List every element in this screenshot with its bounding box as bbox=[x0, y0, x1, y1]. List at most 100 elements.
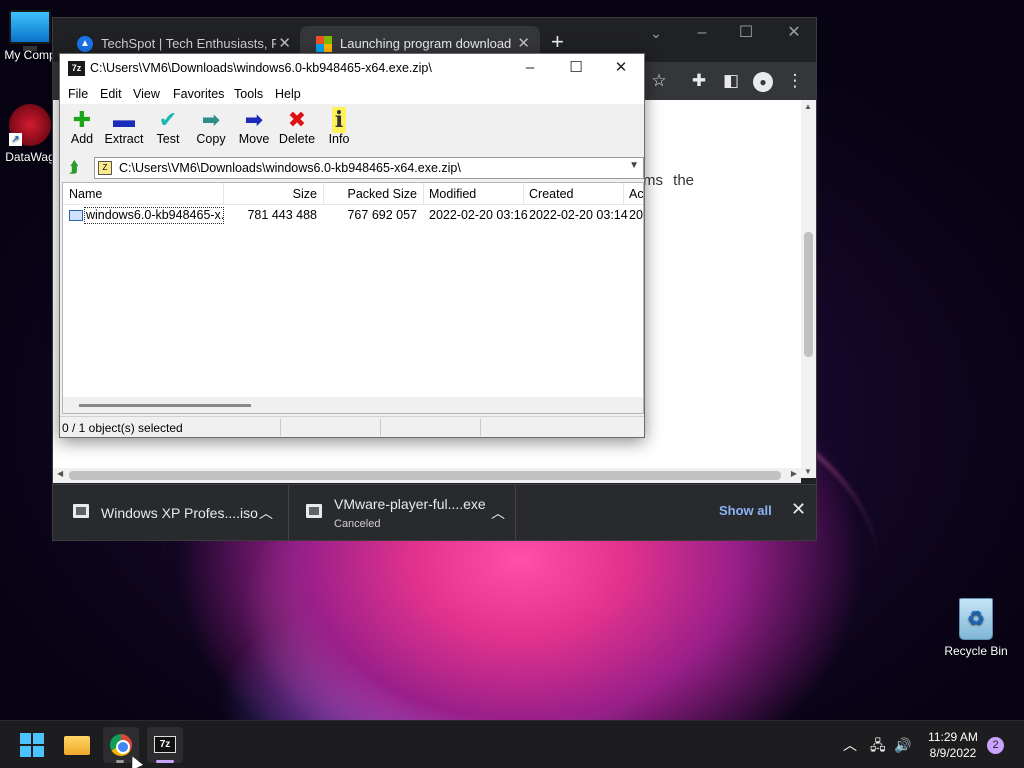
menu-edit[interactable]: Edit bbox=[100, 87, 122, 101]
scroll-down-arrow-icon[interactable]: ▼ bbox=[804, 467, 812, 476]
taskbar: 7z ︿ 🖧 🔊 11:29 AM 8/9/2022 2 bbox=[0, 720, 1024, 768]
start-button[interactable] bbox=[14, 727, 50, 763]
test-label: Test bbox=[156, 132, 180, 146]
column-name[interactable]: Name bbox=[69, 187, 102, 201]
minus-icon: ▬ bbox=[113, 107, 135, 132]
volume-icon[interactable]: 🔊 bbox=[894, 721, 911, 768]
windows-logo-icon bbox=[20, 746, 31, 757]
close-download-shelf-icon[interactable]: ✕ bbox=[791, 499, 806, 520]
add-button[interactable]: ✚ Add bbox=[60, 107, 104, 147]
checkmark-icon: ✔ bbox=[158, 107, 178, 132]
scroll-up-arrow-icon[interactable]: ▲ bbox=[804, 102, 812, 111]
chrome-maximize-button[interactable]: ☐ bbox=[723, 18, 769, 50]
menu-tools[interactable]: Tools bbox=[234, 87, 263, 101]
chrome-menu-kebab-icon[interactable]: ⋮ bbox=[780, 66, 810, 96]
list-horizontal-scrollbar[interactable] bbox=[63, 397, 643, 413]
tab-search-chevron-icon[interactable]: ⌄ bbox=[633, 18, 679, 50]
desktop-icon-label: DataWag bbox=[5, 150, 55, 164]
side-panel-icon[interactable]: ◧ bbox=[716, 66, 746, 96]
file-modified: 2022-02-20 03:16 bbox=[429, 208, 528, 222]
clock[interactable]: 11:29 AM 8/9/2022 bbox=[918, 729, 988, 761]
menu-help[interactable]: Help bbox=[275, 87, 301, 101]
scrollbar-thumb[interactable] bbox=[804, 232, 813, 357]
download-name: Windows XP Profes....iso bbox=[101, 505, 258, 521]
techspot-icon: ▲ bbox=[77, 36, 93, 52]
scroll-left-arrow-icon[interactable]: ◀ bbox=[57, 469, 63, 478]
notification-badge[interactable]: 2 bbox=[987, 737, 1004, 754]
delete-button[interactable]: ✖ Delete bbox=[275, 108, 319, 147]
page-vertical-scrollbar[interactable]: ▲ ▼ bbox=[801, 100, 816, 478]
download-item[interactable]: VMware-player-ful....exe Canceled ︿ bbox=[290, 485, 516, 541]
file-icon bbox=[69, 210, 83, 221]
chrome-icon bbox=[110, 734, 132, 756]
close-button[interactable]: ✕ bbox=[598, 54, 644, 84]
chevron-up-icon[interactable]: ︿ bbox=[491, 503, 505, 523]
file-created: 2022-02-20 03:14 bbox=[529, 208, 628, 222]
window-title: C:\Users\VM6\Downloads\windows6.0-kb9484… bbox=[90, 61, 432, 75]
show-all-downloads-link[interactable]: Show all bbox=[719, 503, 772, 518]
network-icon[interactable]: 🖧 bbox=[870, 721, 886, 768]
column-accessed[interactable]: Ac bbox=[629, 187, 643, 201]
menu-file[interactable]: File bbox=[68, 87, 88, 101]
clock-date: 8/9/2022 bbox=[929, 746, 977, 760]
profile-avatar-icon[interactable]: ● bbox=[748, 66, 778, 96]
copy-button[interactable]: ➡ Copy bbox=[189, 107, 233, 147]
list-header: Name Size Packed Size Modified Created A… bbox=[63, 183, 643, 205]
status-divider bbox=[280, 419, 281, 436]
windows-logo-icon bbox=[33, 733, 44, 744]
bookmark-star-icon[interactable]: ☆ bbox=[644, 66, 674, 96]
desktop-icon-datawag[interactable]: ↗ DataWag bbox=[0, 104, 60, 164]
datawag-icon: ↗ bbox=[9, 104, 51, 146]
folder-up-arrow-icon[interactable]: ⮭ bbox=[64, 159, 84, 177]
move-button[interactable]: ➡ Move bbox=[232, 108, 276, 147]
table-row[interactable]: windows6.0-kb948465-x... 781 443 488 767… bbox=[63, 207, 643, 225]
column-divider[interactable] bbox=[623, 183, 624, 205]
plus-icon: ✚ bbox=[72, 107, 92, 132]
sevenzip-titlebar[interactable]: 7z C:\Users\VM6\Downloads\windows6.0-kb9… bbox=[60, 54, 644, 84]
download-item[interactable]: Windows XP Profes....iso ︿ bbox=[53, 485, 289, 541]
extensions-puzzle-icon[interactable]: ✚ bbox=[684, 66, 714, 96]
copy-arrow-icon: ➡ bbox=[201, 107, 221, 132]
extract-button[interactable]: ▬ Extract bbox=[102, 107, 146, 147]
monitor-icon bbox=[9, 10, 51, 44]
page-horizontal-scrollbar[interactable]: ◀ ▶ bbox=[53, 468, 801, 483]
info-button[interactable]: i Info bbox=[317, 107, 361, 146]
column-divider[interactable] bbox=[423, 183, 424, 205]
sevenzip-toolbar: ✚ Add ▬ Extract ✔ Test ➡ Copy ➡ Move ✖ D… bbox=[60, 104, 644, 154]
file-accessed: 20 bbox=[629, 208, 643, 222]
minimize-button[interactable]: – bbox=[507, 54, 553, 84]
chevron-up-icon[interactable]: ︿ bbox=[259, 503, 273, 523]
download-shelf: Windows XP Profes....iso ︿ VMware-player… bbox=[53, 484, 816, 541]
recycle-bin-icon: ♻ bbox=[959, 598, 993, 640]
column-size[interactable]: Size bbox=[223, 187, 317, 201]
zip-archive-icon: Z bbox=[98, 161, 112, 175]
chevron-down-icon[interactable]: ▼ bbox=[629, 160, 639, 171]
desktop-icon-recycle-bin[interactable]: ♻ Recycle Bin bbox=[940, 598, 1012, 658]
sevenzip-taskbar-button[interactable]: 7z bbox=[147, 727, 183, 763]
file-packed-size: 767 692 057 bbox=[347, 208, 417, 222]
file-list: Name Size Packed Size Modified Created A… bbox=[62, 182, 644, 414]
show-hidden-icons-chevron-icon[interactable]: ︿ bbox=[843, 721, 857, 768]
scrollbar-thumb[interactable] bbox=[69, 471, 781, 480]
column-divider[interactable] bbox=[523, 183, 524, 205]
sevenzip-icon: 7z bbox=[154, 736, 176, 753]
add-label: Add bbox=[70, 132, 94, 146]
windows-logo-icon bbox=[33, 746, 44, 757]
menu-view[interactable]: View bbox=[133, 87, 160, 101]
address-combobox[interactable]: Z C:\Users\VM6\Downloads\windows6.0-kb94… bbox=[94, 157, 644, 179]
new-tab-button[interactable]: + bbox=[551, 30, 564, 54]
maximize-button[interactable]: ☐ bbox=[553, 54, 599, 84]
menu-favorites[interactable]: Favorites bbox=[173, 87, 224, 101]
column-modified[interactable]: Modified bbox=[429, 187, 476, 201]
chrome-close-button[interactable]: ✕ bbox=[771, 18, 817, 50]
column-created[interactable]: Created bbox=[529, 187, 573, 201]
chrome-minimize-button[interactable]: – bbox=[679, 18, 725, 50]
file-explorer-button[interactable] bbox=[59, 727, 95, 763]
info-label: Info bbox=[328, 132, 350, 146]
desktop-icon-my-computer[interactable]: My Comp bbox=[0, 10, 60, 62]
scroll-right-arrow-icon[interactable]: ▶ bbox=[791, 469, 797, 478]
column-packed-size[interactable]: Packed Size bbox=[323, 187, 417, 201]
move-label: Move bbox=[238, 132, 270, 146]
test-button[interactable]: ✔ Test bbox=[146, 107, 190, 147]
scrollbar-thumb[interactable] bbox=[79, 404, 251, 407]
